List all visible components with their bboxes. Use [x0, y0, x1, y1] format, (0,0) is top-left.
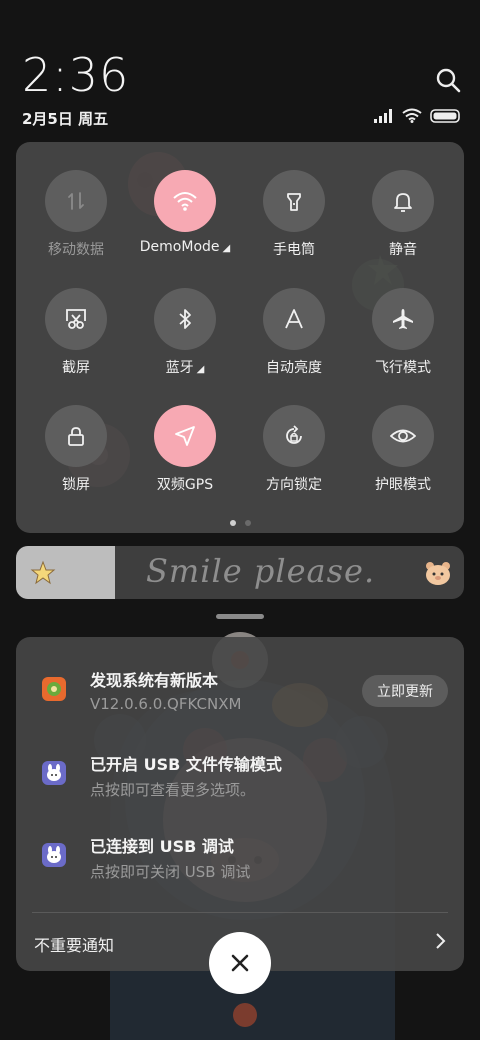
- flashlight-icon: [263, 170, 325, 232]
- tile-label: 方向锁定: [266, 477, 322, 493]
- search-icon[interactable]: [434, 66, 462, 94]
- tile-label: 蓝牙: [165, 360, 194, 376]
- notification-subtitle: 点按即可关闭 USB 调试: [90, 863, 251, 881]
- brightness-slider-text: Smile please.: [146, 552, 376, 590]
- tile-label: 双频GPS: [156, 477, 214, 493]
- page-dot: [244, 520, 251, 526]
- signal-icon: [374, 108, 394, 127]
- brightness-slider[interactable]: Smile please.: [16, 546, 464, 599]
- tile-label: 锁屏: [62, 477, 90, 493]
- screenshot-icon: [45, 288, 107, 350]
- wifi-icon: [154, 170, 216, 232]
- notification-update[interactable]: 发现系统有新版本 V12.0.6.0.QFKCNXM 立即更新: [16, 637, 464, 713]
- location-icon: [154, 405, 216, 467]
- page-dot: [229, 520, 236, 526]
- notification-subtitle: V12.0.6.0.QFKCNXM: [90, 695, 242, 713]
- tile-screenshot[interactable]: 截屏: [21, 288, 131, 377]
- status-icons: [374, 108, 462, 127]
- updater-app-icon: [42, 677, 66, 701]
- clear-all-button[interactable]: [209, 932, 271, 994]
- mobile-data-icon: [45, 170, 107, 232]
- battery-icon: [430, 108, 462, 127]
- lock-icon: [45, 405, 107, 467]
- update-now-button[interactable]: 立即更新: [362, 675, 448, 707]
- bear-icon: [426, 562, 450, 585]
- bluetooth-icon: [154, 288, 216, 350]
- notification-usb-transfer[interactable]: 已开启 USB 文件传输模式 点按即可查看更多选项。: [16, 721, 464, 799]
- tile-wifi[interactable]: DemoMode ◢: [130, 170, 240, 255]
- divider: [32, 912, 448, 913]
- clock: 2:36: [22, 48, 130, 102]
- close-icon: [231, 954, 249, 972]
- notification-subtitle: 点按即可查看更多选项。: [90, 781, 256, 799]
- android-system-icon: [42, 843, 66, 867]
- tile-bluetooth[interactable]: 蓝牙 ◢: [130, 288, 240, 377]
- android-system-icon: [42, 761, 66, 785]
- tile-label: 飞行模式: [375, 360, 431, 376]
- wifi-status-icon: [402, 108, 422, 127]
- rotation-lock-icon: [263, 405, 325, 467]
- tile-label: 护眼模式: [375, 477, 431, 493]
- notification-usb-debug[interactable]: 已连接到 USB 调试 点按即可关闭 USB 调试: [16, 803, 464, 881]
- notification-panel: 发现系统有新版本 V12.0.6.0.QFKCNXM 立即更新 已开启 USB …: [16, 637, 464, 971]
- airplane-icon: [372, 288, 434, 350]
- tile-gps[interactable]: 双频GPS: [130, 405, 240, 494]
- notification-title: 发现系统有新版本: [90, 671, 219, 690]
- expand-triangle-icon: ◢: [196, 364, 205, 375]
- tile-lock-screen[interactable]: 锁屏: [21, 405, 131, 494]
- drag-handle[interactable]: [216, 614, 264, 619]
- tile-label: 截屏: [62, 360, 90, 376]
- notification-title: 已连接到 USB 调试: [90, 837, 234, 856]
- star-icon: [30, 560, 56, 585]
- tile-rotation-lock[interactable]: 方向锁定: [239, 405, 349, 494]
- tile-eye-care[interactable]: 护眼模式: [348, 405, 458, 494]
- unimportant-notifications-link[interactable]: 不重要通知: [34, 932, 114, 956]
- bell-icon: [372, 170, 434, 232]
- tile-label: 手电筒: [273, 242, 315, 258]
- tile-label: 自动亮度: [266, 360, 322, 376]
- auto-brightness-icon: [263, 288, 325, 350]
- eye-icon: [372, 405, 434, 467]
- tile-auto-brightness[interactable]: 自动亮度: [239, 288, 349, 377]
- page-indicator: [0, 520, 480, 526]
- tile-label: 移动数据: [48, 242, 104, 258]
- date: 2月5日 周五: [22, 110, 109, 128]
- tile-label: 静音: [389, 242, 417, 258]
- chevron-right-icon[interactable]: [434, 932, 446, 950]
- tile-flashlight[interactable]: 手电筒: [239, 170, 349, 259]
- tile-silent[interactable]: 静音: [348, 170, 458, 259]
- notification-title: 已开启 USB 文件传输模式: [90, 755, 282, 774]
- tile-airplane[interactable]: 飞行模式: [348, 288, 458, 377]
- tile-label: DemoMode: [139, 239, 220, 255]
- tile-mobile-data[interactable]: 移动数据: [21, 170, 131, 259]
- expand-triangle-icon: ◢: [222, 243, 231, 254]
